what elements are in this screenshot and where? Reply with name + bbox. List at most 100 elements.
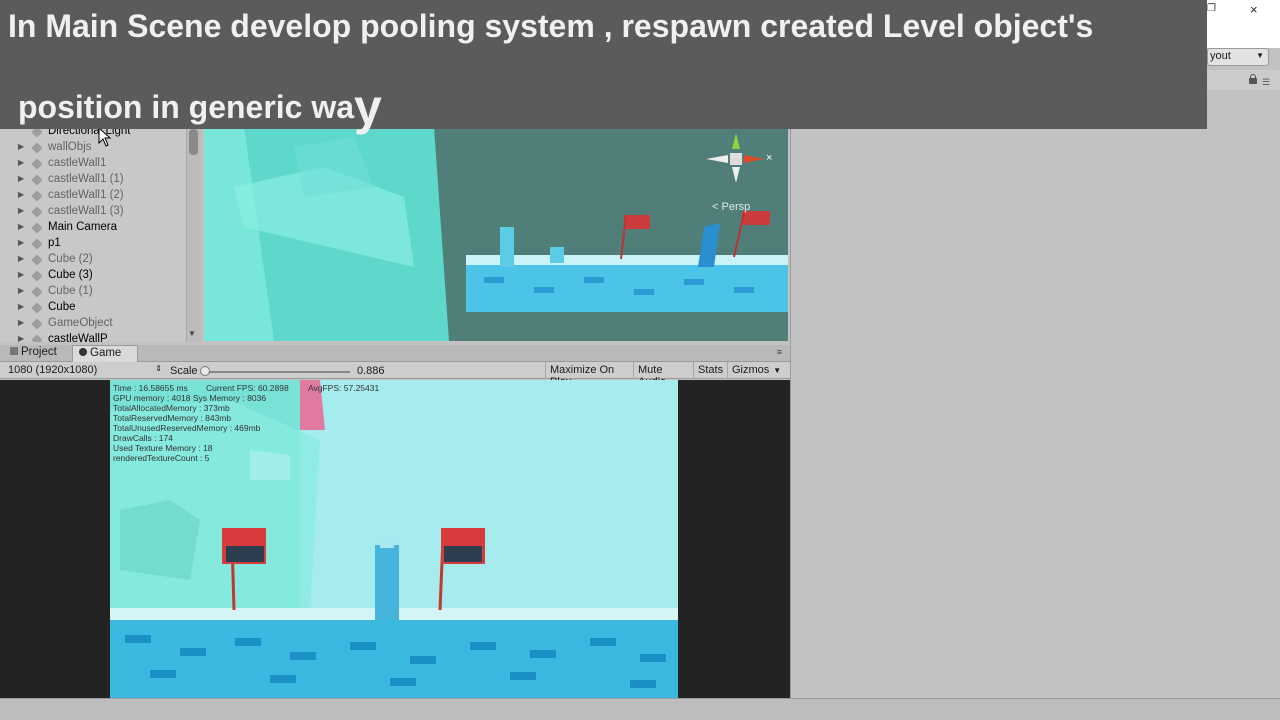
- hierarchy-item-label: castleWall1 (2): [48, 189, 124, 201]
- stat-line: TotalReservedMemory : 843mb: [113, 413, 232, 423]
- banner-line-1: In Main Scene develop pooling system , r…: [8, 8, 1094, 44]
- average-fps: AvgFPS: 57.25431: [308, 383, 380, 393]
- persp-text: Persp: [721, 201, 751, 213]
- tab-project-label: Project: [21, 346, 57, 358]
- gameobject-icon: [31, 238, 43, 250]
- gameobject-icon: [31, 286, 43, 298]
- hierarchy-item[interactable]: ▶ Cube: [0, 300, 186, 316]
- hierarchy-item[interactable]: ▶ castleWall1 (1): [0, 172, 186, 188]
- hierarchy-item[interactable]: ▶ castleWall1: [0, 156, 186, 172]
- maximize-on-play-button[interactable]: Maximize On Play: [545, 362, 633, 388]
- hierarchy-item-label: Cube: [48, 301, 76, 313]
- window-controls-area: [1207, 0, 1280, 48]
- gameobject-icon: [31, 318, 43, 330]
- hierarchy-item-label: castleWall1: [48, 157, 107, 169]
- layout-dropdown[interactable]: yout ▼: [1207, 48, 1269, 66]
- lock-icon[interactable]: [1249, 74, 1257, 84]
- hierarchy-item[interactable]: ▶ castleWall1 (2): [0, 188, 186, 204]
- resolution-label: 1080 (1920x1080): [8, 364, 98, 376]
- hierarchy-scrollbar[interactable]: [186, 127, 202, 342]
- gameobject-icon: [31, 190, 43, 202]
- hierarchy-item-label: p1: [48, 237, 61, 249]
- mute-audio-button[interactable]: Mute Audio: [633, 362, 693, 388]
- expand-arrow-icon[interactable]: ▶: [18, 254, 24, 263]
- tab-project[interactable]: Project: [4, 345, 70, 362]
- game-icon: [79, 348, 87, 356]
- expand-arrow-icon[interactable]: ▶: [18, 302, 24, 311]
- status-bar: [0, 698, 1280, 720]
- hierarchy-item[interactable]: ▶ wallObjs: [0, 140, 186, 156]
- expand-arrow-icon[interactable]: ▶: [18, 334, 24, 342]
- hierarchy-item-label: castleWall1 (3): [48, 205, 124, 217]
- stat-line: renderedTextureCount : 5: [113, 453, 210, 463]
- stats-overlay: Time : 16.58655 ms GPU memory : 4018 Sys…: [113, 383, 266, 463]
- gameobject-icon: [31, 222, 43, 234]
- hierarchy-item-label: wallObjs: [48, 141, 92, 153]
- hierarchy-item[interactable]: ▶ castleWall1 (3): [0, 204, 186, 220]
- expand-arrow-icon[interactable]: ▶: [18, 142, 24, 151]
- scene-view[interactable]: ×: [204, 127, 788, 341]
- hierarchy-item[interactable]: ▶ Main Camera: [0, 220, 186, 236]
- gameobject-icon: [31, 302, 43, 314]
- hierarchy-item-label: Main Camera: [48, 221, 118, 233]
- hierarchy-item[interactable]: ▶ p1: [0, 236, 186, 252]
- current-fps: Current FPS: 60.2898: [206, 383, 289, 393]
- hierarchy-item-label: Cube (1): [48, 285, 93, 297]
- hierarchy-item[interactable]: ▶ GameObject: [0, 316, 186, 332]
- stat-line: GPU memory : 4018 Sys Memory : 8036: [113, 393, 267, 403]
- expand-arrow-icon[interactable]: ▶: [18, 222, 24, 231]
- perspective-label[interactable]: < Persp: [712, 201, 750, 213]
- stat-line: DrawCalls : 174: [113, 433, 173, 443]
- svg-text:×: ×: [766, 152, 772, 164]
- gameobject-icon: [31, 254, 43, 266]
- scroll-down-arrow-icon[interactable]: ▼: [188, 329, 196, 338]
- gameobject-icon: [31, 206, 43, 218]
- gameobject-icon: [31, 142, 43, 154]
- stat-line: TotalAllocatedMemory : 373mb: [113, 403, 230, 413]
- inspector-panel: [790, 90, 1280, 702]
- stats-button[interactable]: Stats: [693, 362, 727, 379]
- hierarchy-item-label: castleWall1 (1): [48, 173, 124, 185]
- expand-arrow-icon[interactable]: ▶: [18, 206, 24, 215]
- close-icon[interactable]: ×: [1250, 2, 1258, 17]
- gameobject-icon: [31, 270, 43, 282]
- tab-options-icon[interactable]: ≡: [777, 347, 782, 357]
- panel-menu-icon[interactable]: ☰: [1262, 77, 1270, 88]
- hierarchy-item-label: Cube (2): [48, 253, 93, 265]
- updown-caret-icon: ⇕: [155, 364, 162, 373]
- layout-dropdown-label: yout: [1210, 50, 1231, 62]
- hierarchy-panel: ▶ castleWallP ▶ GameObject ▶ Cube ▶ Cube (1) ▶ Cu…: [0, 127, 202, 342]
- restore-icon[interactable]: ❐: [1207, 3, 1216, 14]
- scale-slider-thumb[interactable]: [200, 366, 210, 376]
- gameobject-icon: [31, 334, 43, 342]
- gizmos-label: Gizmos: [732, 364, 770, 376]
- resolution-dropdown[interactable]: 1080 (1920x1080) ⇕: [4, 363, 166, 378]
- chevron-down-icon: ▼: [1256, 51, 1264, 60]
- expand-arrow-icon[interactable]: ▶: [18, 286, 24, 295]
- expand-arrow-icon[interactable]: ▶: [18, 158, 24, 167]
- bottom-tab-bar: Project Game ≡: [0, 345, 790, 362]
- hierarchy-item[interactable]: ▶ Cube (3): [0, 268, 186, 284]
- gameobject-icon: [31, 174, 43, 186]
- gameobject-icon: [31, 158, 43, 170]
- gizmos-button[interactable]: Gizmos ▼: [727, 362, 785, 379]
- stat-line: Used Texture Memory : 18: [113, 443, 213, 453]
- tab-game[interactable]: Game: [72, 345, 138, 362]
- hierarchy-item[interactable]: ▶ Cube (1): [0, 284, 186, 300]
- hierarchy-scroll-thumb[interactable]: [189, 129, 198, 155]
- tab-game-label: Game: [90, 347, 122, 359]
- scale-label: Scale: [170, 365, 198, 377]
- expand-arrow-icon[interactable]: ▶: [18, 270, 24, 279]
- expand-arrow-icon[interactable]: ▶: [18, 174, 24, 183]
- game-toolbar: 1080 (1920x1080) ⇕ Scale 0.886 Maximize O…: [0, 362, 790, 388]
- expand-arrow-icon[interactable]: ▶: [18, 190, 24, 199]
- chevron-down-icon: ▼: [773, 366, 782, 375]
- hierarchy-item[interactable]: ▶ castleWallP: [0, 332, 186, 342]
- scene-render: ×: [204, 127, 788, 341]
- banner-line-2: position in generic way: [18, 72, 382, 135]
- expand-arrow-icon[interactable]: ▶: [18, 318, 24, 327]
- scale-slider-track[interactable]: [203, 371, 350, 373]
- expand-arrow-icon[interactable]: ▶: [18, 238, 24, 247]
- hierarchy-item-label: Cube (3): [48, 269, 93, 281]
- hierarchy-item[interactable]: ▶ Cube (2): [0, 252, 186, 268]
